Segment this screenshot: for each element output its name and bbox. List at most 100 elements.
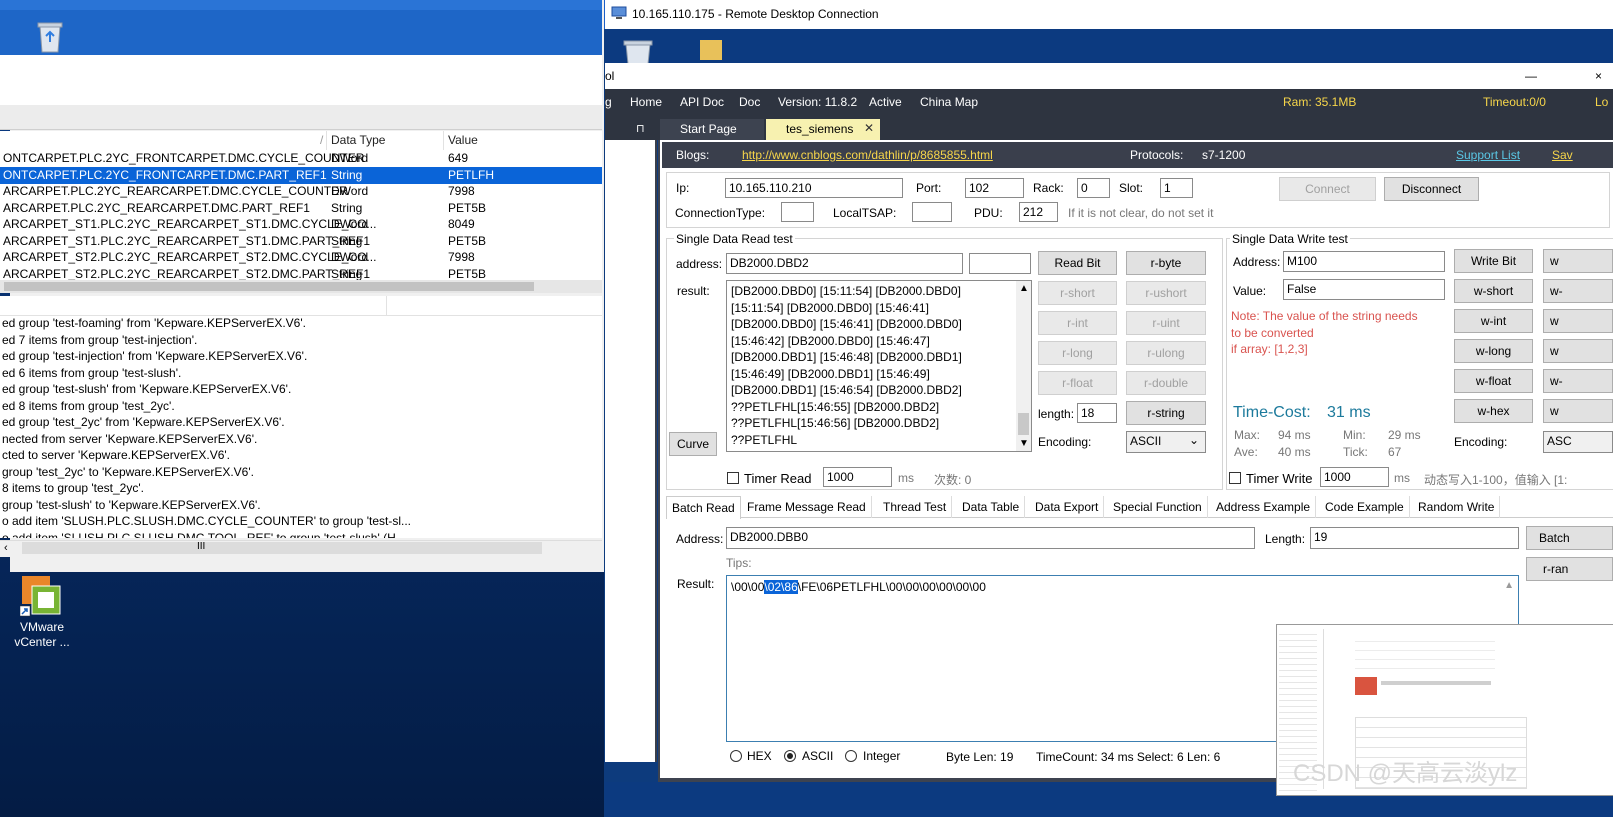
w-int-button[interactable]: w-int: [1454, 309, 1533, 333]
timer-write-checkbox[interactable]: [1229, 472, 1241, 484]
scroll-up-icon[interactable]: ▲: [1019, 283, 1029, 294]
radio-hex[interactable]: [730, 750, 742, 762]
r-uint-button[interactable]: r-uint: [1126, 311, 1206, 335]
write-value-input[interactable]: False: [1283, 279, 1445, 300]
menu-item-active[interactable]: Active: [869, 95, 902, 109]
folder-icon[interactable]: [700, 40, 722, 60]
scroll-up-icon[interactable]: ▲: [1504, 580, 1514, 591]
local-tsap-input[interactable]: [912, 202, 952, 222]
w-short-button[interactable]: w-short: [1454, 279, 1533, 303]
r-ulong-button[interactable]: r-ulong: [1126, 341, 1206, 365]
w-ubit-button[interactable]: w: [1543, 249, 1613, 273]
menu-item-g[interactable]: g: [605, 95, 612, 109]
column-header-datatype[interactable]: Data Type: [331, 133, 385, 147]
connect-button[interactable]: Connect: [1279, 177, 1376, 201]
rack-input[interactable]: 0: [1077, 178, 1110, 198]
timer-read-input[interactable]: 1000: [823, 467, 892, 487]
remote-recycle-bin-icon[interactable]: [620, 38, 656, 64]
tab-data-table[interactable]: Data Table: [957, 496, 1025, 518]
read-result-scroll-thumb[interactable]: [1018, 413, 1029, 435]
read-length-input[interactable]: 18: [1077, 403, 1117, 423]
w-long-button[interactable]: w-long: [1454, 339, 1533, 363]
read-bit-button[interactable]: Read Bit: [1038, 251, 1117, 275]
column-header-value[interactable]: Value: [448, 133, 478, 147]
w-uint-button[interactable]: w: [1543, 309, 1613, 333]
w-ushort-button[interactable]: w-: [1543, 279, 1613, 303]
table-row[interactable]: ARCARPET.PLC.2YC_REARCARPET.DMC.CYCLE_CO…: [0, 183, 602, 200]
table-row[interactable]: ONTCARPET.PLC.2YC_FRONTCARPET.DMC.CYCLE_…: [0, 150, 602, 167]
table-row[interactable]: ONTCARPET.PLC.2YC_FRONTCARPET.DMC.PART_R…: [0, 167, 602, 184]
read-address-input[interactable]: DB2000.DBD2: [726, 253, 963, 274]
scroll-left-icon[interactable]: ‹: [4, 542, 8, 554]
tab-address-example[interactable]: Address Example: [1211, 496, 1316, 518]
batch-address-input[interactable]: DB2000.DBB0: [726, 527, 1255, 549]
r-ushort-button[interactable]: r-ushort: [1126, 281, 1206, 305]
vmware-label[interactable]: VMware vCenter ...: [6, 620, 78, 650]
log-scroll-thumb[interactable]: III: [22, 542, 542, 554]
write-encoding-select[interactable]: ASC: [1543, 431, 1613, 453]
disconnect-button[interactable]: Disconnect: [1384, 177, 1479, 201]
w-hex-button[interactable]: w-hex: [1454, 399, 1533, 423]
tab-data-export[interactable]: Data Export: [1030, 496, 1104, 518]
tab-tes-siemens[interactable]: tes_siemens ✕: [766, 119, 880, 140]
r-int-button[interactable]: r-int: [1038, 311, 1117, 335]
w-double-button[interactable]: w-: [1543, 369, 1613, 393]
ip-input[interactable]: 10.165.110.210: [725, 178, 903, 198]
timer-read-checkbox[interactable]: [727, 472, 739, 484]
w-string-button[interactable]: w: [1543, 399, 1613, 423]
w-float-button[interactable]: w-float: [1454, 369, 1533, 393]
r-long-button[interactable]: r-long: [1038, 341, 1117, 365]
w-ulong-button[interactable]: w: [1543, 339, 1613, 363]
radio-integer[interactable]: [845, 750, 857, 762]
curve-button[interactable]: Curve: [669, 432, 717, 456]
tab-close-icon[interactable]: ✕: [864, 121, 874, 135]
scroll-down-icon[interactable]: ▼: [1019, 438, 1029, 449]
result-line: [DB2000.DBD1] [15:46:48] [DB2000.DBD1]: [731, 350, 962, 364]
table-row[interactable]: ARCARPET_ST1.PLC.2YC_REARCARPET_ST1.DMC.…: [0, 216, 602, 233]
r-short-button[interactable]: r-short: [1038, 281, 1117, 305]
close-button[interactable]: ×: [1595, 69, 1602, 83]
blogs-link[interactable]: http://www.cnblogs.com/dathlin/p/8685855…: [742, 148, 993, 162]
tab-random-write[interactable]: Random Write: [1413, 496, 1500, 518]
read-result-scrollbar[interactable]: ▲ ▼: [1016, 281, 1031, 451]
vmware-vcenter-icon[interactable]: [20, 574, 64, 618]
batch-length-input[interactable]: 19: [1310, 527, 1519, 549]
read-extra-input[interactable]: [969, 253, 1031, 274]
read-encoding-select[interactable]: ASCII ⌄: [1126, 431, 1206, 453]
read-result-textarea[interactable]: ▲ ▼ [DB2000.DBD0] [15:11:54] [DB2000.DBD…: [726, 280, 1032, 452]
pdu-input[interactable]: 212: [1019, 202, 1058, 222]
timer-write-input[interactable]: 1000: [1320, 467, 1389, 487]
pin-icon[interactable]: ⊓: [636, 122, 645, 135]
r-double-button[interactable]: r-double: [1126, 371, 1206, 395]
menu-item-doc[interactable]: Doc: [739, 95, 760, 109]
write-address-input[interactable]: M100: [1283, 251, 1445, 272]
table-row[interactable]: ARCARPET_ST2.PLC.2YC_REARCARPET_ST2.DMC.…: [0, 266, 602, 281]
r-string-button[interactable]: r-string: [1126, 401, 1206, 425]
menu-item-api-doc[interactable]: API Doc: [680, 95, 724, 109]
table-row[interactable]: ARCARPET.PLC.2YC_REARCARPET.DMC.PART_REF…: [0, 200, 602, 217]
table-row[interactable]: ARCARPET_ST2.PLC.2YC_REARCARPET_ST2.DMC.…: [0, 249, 602, 266]
radio-ascii[interactable]: [784, 750, 796, 762]
port-input[interactable]: 102: [965, 178, 1024, 198]
r-byte-button[interactable]: r-byte: [1126, 251, 1206, 275]
save-link[interactable]: Sav: [1552, 148, 1573, 162]
r-float-button[interactable]: r-float: [1038, 371, 1117, 395]
tab-frame-message-read[interactable]: Frame Message Read: [742, 496, 872, 518]
items-grid-scroll-thumb[interactable]: [4, 282, 534, 291]
tab-thread-test[interactable]: Thread Test: [878, 496, 952, 518]
tab-batch-read[interactable]: Batch Read: [666, 496, 741, 519]
connection-type-input[interactable]: [781, 202, 814, 222]
support-list-link[interactable]: Support List: [1456, 148, 1520, 162]
menu-item-home[interactable]: Home: [630, 95, 662, 109]
minimize-button[interactable]: —: [1525, 69, 1537, 83]
r-random-button[interactable]: r-ran: [1526, 557, 1613, 581]
tab-start-page[interactable]: Start Page: [660, 119, 764, 140]
recycle-bin-icon[interactable]: [32, 18, 68, 54]
tab-special-function[interactable]: Special Function: [1108, 496, 1208, 518]
table-row[interactable]: ARCARPET_ST1.PLC.2YC_REARCARPET_ST1.DMC.…: [0, 233, 602, 250]
write-bit-button[interactable]: Write Bit: [1454, 249, 1533, 273]
tab-code-example[interactable]: Code Example: [1320, 496, 1410, 518]
slot-input[interactable]: 1: [1160, 178, 1193, 198]
batch-read-button[interactable]: Batch: [1526, 526, 1613, 550]
menu-item-china-map[interactable]: China Map: [920, 95, 978, 109]
